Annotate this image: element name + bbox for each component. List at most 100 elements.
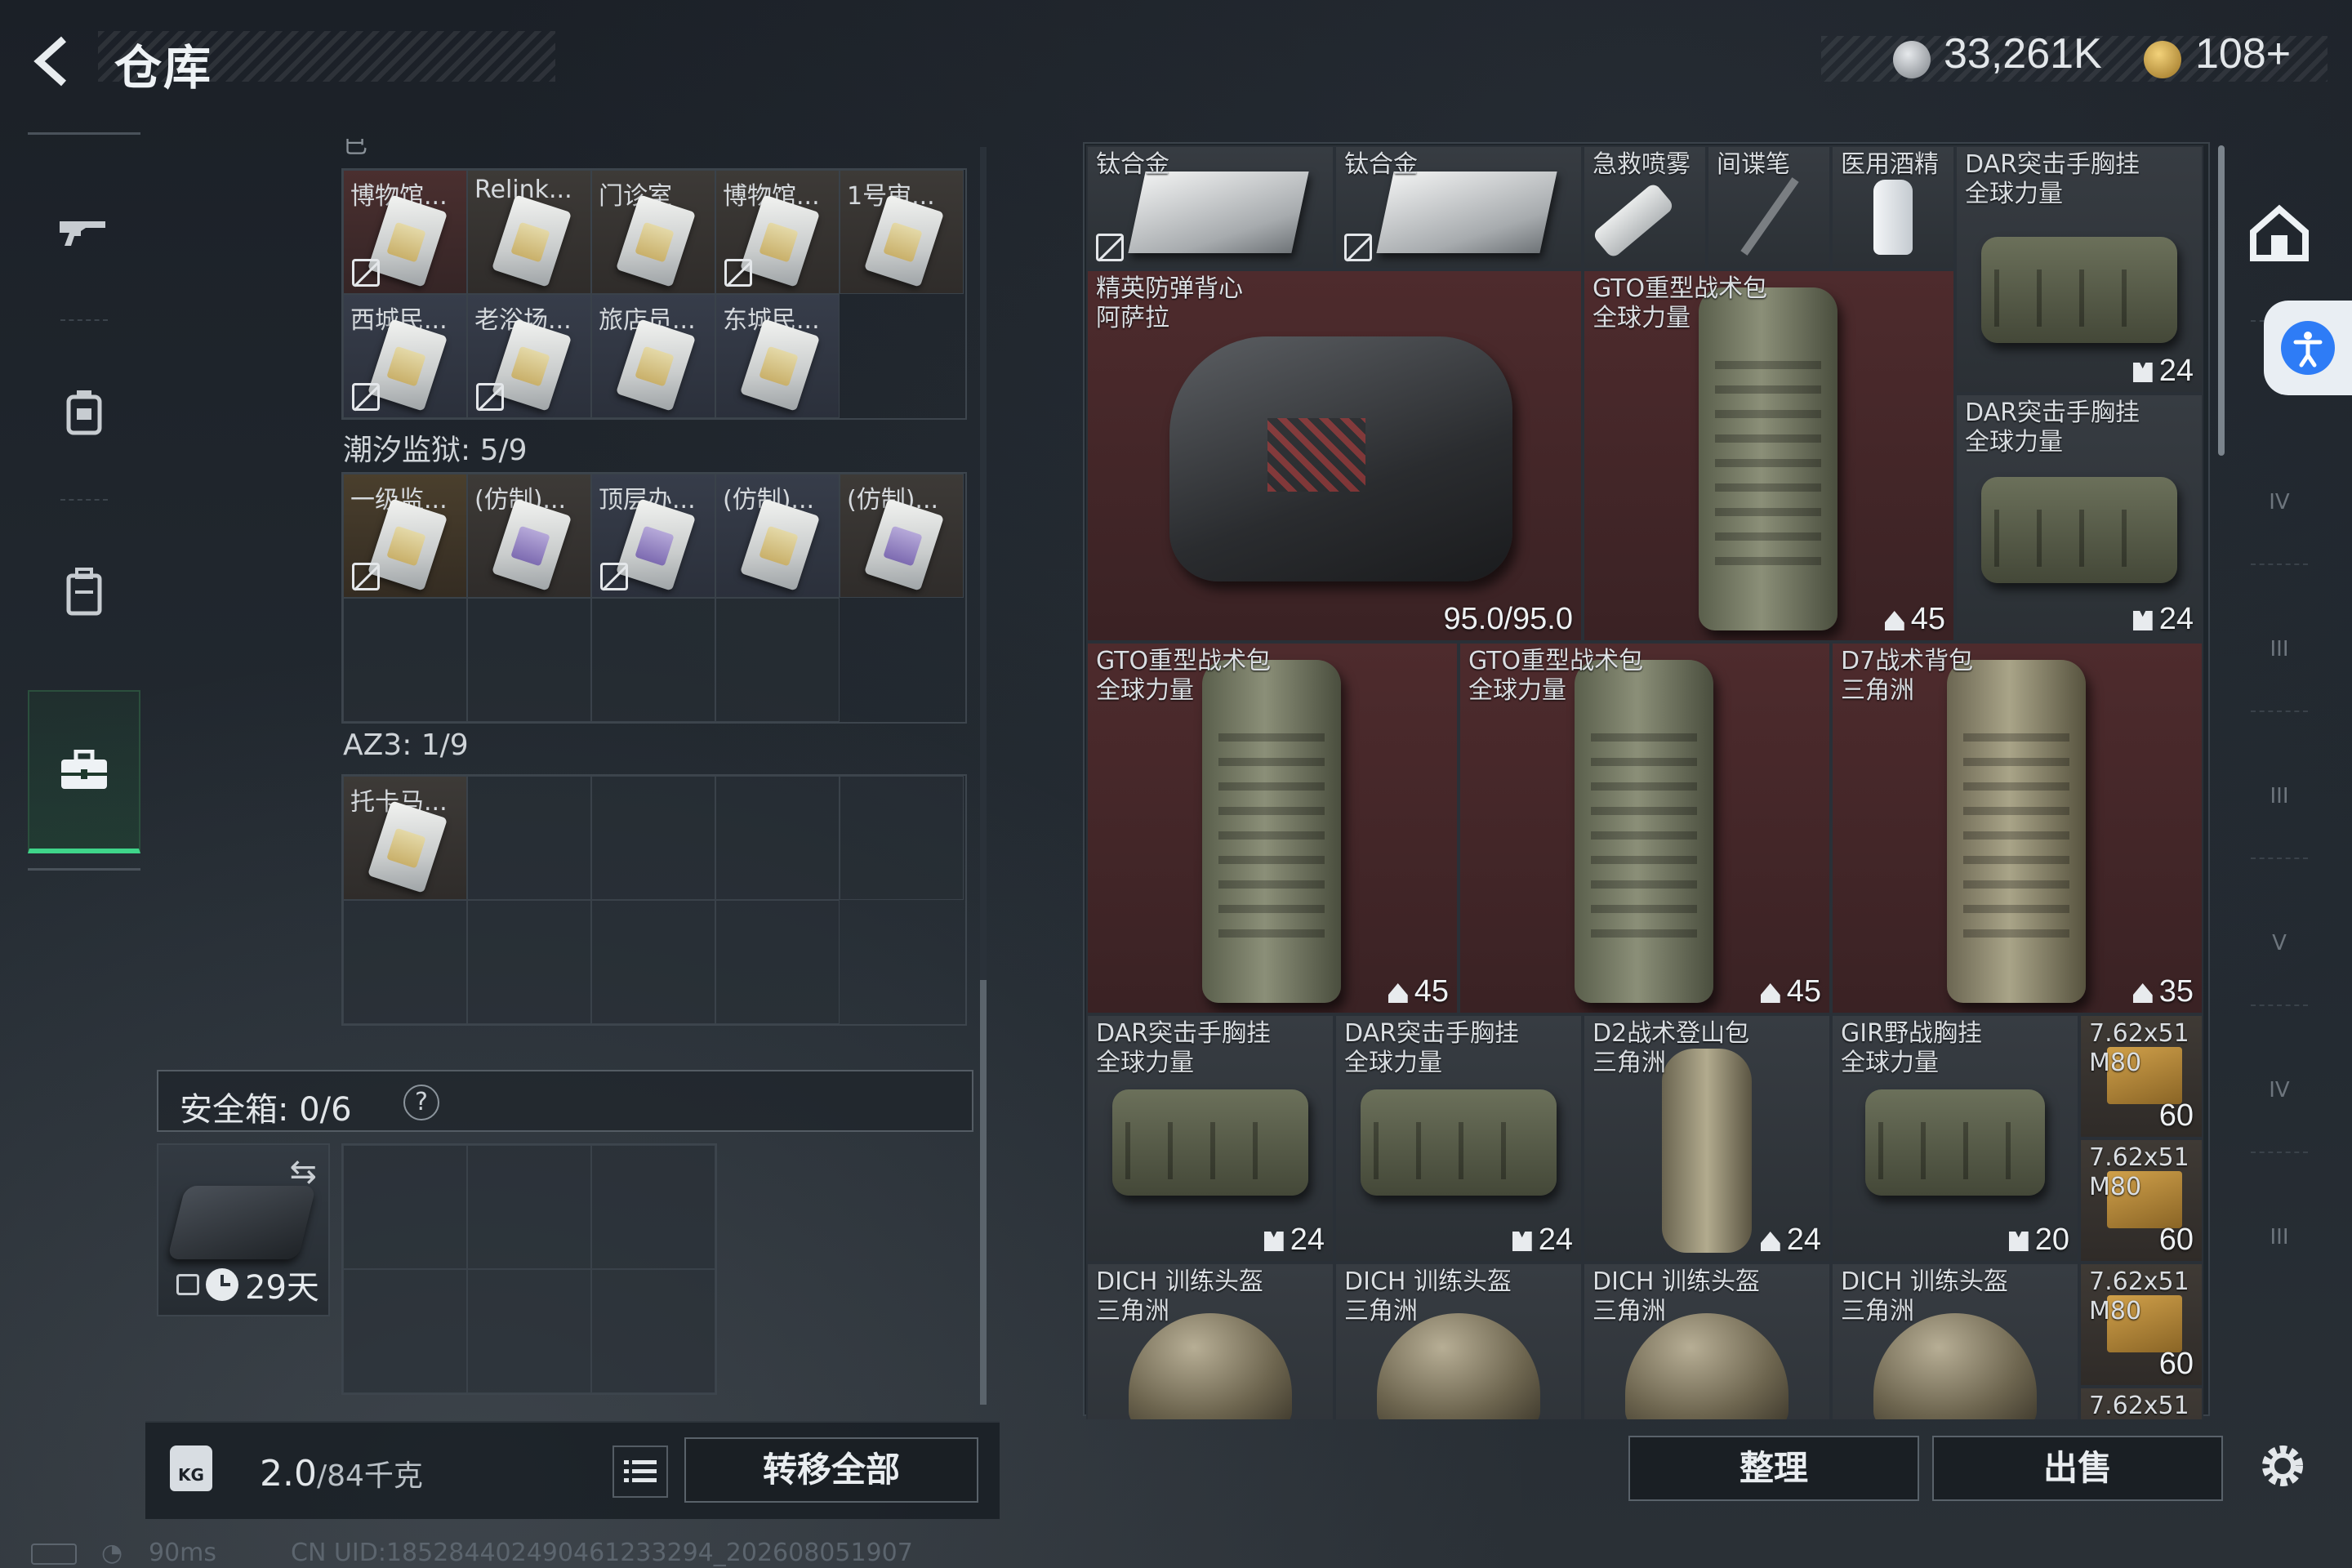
empty-slot[interactable]	[467, 598, 591, 722]
user-uid: CN UID:1852844024904612332​94_2026080519…	[291, 1539, 913, 1567]
storage-item[interactable]: DICH 训练头盔 三角洲	[1334, 1263, 1583, 1419]
help-icon[interactable]: ?	[403, 1085, 439, 1120]
weight-icon: KG	[170, 1446, 212, 1491]
storage-item[interactable]: 医用酒精	[1831, 145, 1955, 270]
backpack-icon	[1947, 660, 2086, 1003]
storage-item[interactable]: DICH 训练头盔 三角洲	[1583, 1263, 1831, 1419]
transfer-all-button[interactable]: 转移全部	[684, 1437, 978, 1503]
sell-button[interactable]: 出售	[1932, 1436, 2223, 1501]
storage-item[interactable]: DAR突击手胸挂 全球力量 24	[1086, 1014, 1334, 1263]
storage-item[interactable]: D7战术背包 三角洲 35	[1831, 642, 2203, 1014]
storage-item[interactable]: 7.62x51 M80 60	[2079, 1263, 2203, 1387]
nav-toolbox-active[interactable]	[28, 690, 140, 853]
swap-icon[interactable]: ⇆	[289, 1153, 317, 1191]
storage-item[interactable]: DICH 训练头盔 三角洲	[1831, 1263, 2079, 1419]
keycard-icon	[491, 194, 572, 287]
keycard-slot[interactable]: (仿制)...	[715, 474, 840, 598]
accessibility-button[interactable]	[2264, 301, 2352, 395]
empty-slot[interactable]	[343, 900, 467, 1024]
storage-item[interactable]: GTO重型战术包 全球力量 45	[1459, 642, 1831, 1014]
nav-backpack[interactable]	[28, 510, 140, 674]
storage-item[interactable]: GIR野战胸挂 全球力量 20	[1831, 1014, 2079, 1263]
no-trade-icon	[1096, 234, 1124, 261]
empty-slot[interactable]	[715, 598, 840, 722]
storage-item[interactable]: DICH 训练头盔 三角洲	[1086, 1263, 1334, 1419]
item-stat: 35	[2132, 974, 2194, 1009]
keycard-slot[interactable]: 东城民...	[715, 294, 840, 418]
keycard-slot[interactable]: 西城民...	[343, 294, 467, 418]
empty-slot[interactable]	[343, 1145, 467, 1269]
no-trade-icon	[1344, 234, 1372, 261]
silver-currency-value[interactable]: 33,261K	[1944, 29, 2102, 78]
item-name: DICH 训练头盔 三角洲	[1344, 1267, 1512, 1325]
empty-slot[interactable]	[591, 900, 715, 1024]
empty-slot[interactable]	[467, 1269, 591, 1393]
rail-tier[interactable]: V	[2234, 898, 2324, 988]
settings-button[interactable]	[2246, 1429, 2319, 1503]
storage-item[interactable]: GTO重型战术包 全球力量 45	[1583, 270, 1955, 642]
empty-slot[interactable]	[715, 776, 840, 900]
rail-tier[interactable]: IV	[2234, 1045, 2324, 1135]
gold-currency-value[interactable]: 108+	[2195, 29, 2291, 78]
storage-item[interactable]: 急救喷雾	[1583, 145, 1707, 270]
rail-tier[interactable]: III	[2234, 1192, 2324, 1282]
storage-item[interactable]: 间谍笔	[1707, 145, 1831, 270]
storage-item[interactable]: 钛合金	[1334, 145, 1583, 270]
keycard-slot[interactable]: 一级监...	[343, 474, 467, 598]
keycard-slot[interactable]: 老浴场...	[467, 294, 591, 418]
back-arrow-icon[interactable]	[28, 33, 85, 90]
empty-slot[interactable]	[840, 776, 964, 900]
storage-item[interactable]: 钛合金	[1086, 145, 1334, 270]
storage-item[interactable]: 7.62x51 M80 60	[2079, 1138, 2203, 1263]
item-name: D7战术背包 三角洲	[1841, 647, 1974, 705]
storage-item[interactable]: 7.62x51 M80 60	[2079, 1014, 2203, 1138]
empty-slot[interactable]	[343, 1269, 467, 1393]
empty-slot[interactable]	[467, 1145, 591, 1269]
storage-item[interactable]: D2战术登山包 三角洲 24	[1583, 1014, 1831, 1263]
rail-tier[interactable]: III	[2234, 751, 2324, 841]
storage-scrollbar[interactable]	[2218, 145, 2225, 456]
storage-item[interactable]: DAR突击手胸挂 全球力量 24	[1955, 145, 2203, 394]
keycard-slot[interactable]: (仿制)...	[467, 474, 591, 598]
keycard-slot[interactable]: Relink...	[467, 170, 591, 294]
keycard-slot[interactable]: (仿制)...	[840, 474, 964, 598]
safe-case-slot[interactable]: ⇆ 29天	[157, 1143, 330, 1316]
keycard-slot[interactable]: 顶层办...	[591, 474, 715, 598]
left-scrollbar-thumb[interactable]	[980, 980, 987, 1405]
nav-armor[interactable]	[28, 331, 140, 494]
empty-slot[interactable]	[591, 776, 715, 900]
backpack-icon	[1699, 287, 1838, 630]
keycard-slot[interactable]: 托卡马...	[343, 776, 467, 900]
list-view-button[interactable]	[612, 1446, 668, 1498]
storage-item[interactable]: DAR突击手胸挂 全球力量 24	[1955, 394, 2203, 642]
no-trade-icon	[352, 259, 380, 287]
storage-item[interactable]: 7.62x51	[2079, 1387, 2203, 1419]
empty-slot[interactable]	[715, 900, 840, 1024]
item-name: 7.62x51 M80	[2089, 1019, 2189, 1077]
keycard-slot[interactable]: 博物馆...	[715, 170, 840, 294]
rail-tier[interactable]: IV	[2234, 457, 2324, 547]
backpack-icon	[66, 568, 102, 616]
chest-rig-icon	[1981, 477, 2177, 583]
keycard-slot[interactable]: 门诊室	[591, 170, 715, 294]
empty-slot[interactable]	[467, 776, 591, 900]
storage-item[interactable]: GTO重型战术包 全球力量 45	[1086, 642, 1459, 1014]
rail-tier[interactable]: III	[2234, 604, 2324, 694]
keycard-slot[interactable]: 旅店员...	[591, 294, 715, 418]
item-stat: 45	[1760, 974, 1821, 1009]
storage-item[interactable]: 精英防弹背心 阿萨拉 95.0/95.0	[1086, 270, 1583, 642]
empty-slot[interactable]	[591, 598, 715, 722]
nav-weapons[interactable]	[28, 151, 140, 314]
item-name: GTO重型战术包 全球力量	[1468, 647, 1644, 705]
empty-slot[interactable]	[467, 900, 591, 1024]
gear-icon	[2262, 1446, 2303, 1486]
rail-home[interactable]	[2234, 188, 2324, 278]
empty-slot[interactable]	[591, 1269, 715, 1393]
empty-slot[interactable]	[591, 1145, 715, 1269]
sort-button[interactable]: 整理	[1628, 1436, 1919, 1501]
keycard-slot[interactable]: 博物馆...	[343, 170, 467, 294]
storage-item[interactable]: DAR突击手胸挂 全球力量 24	[1334, 1014, 1583, 1263]
empty-slot[interactable]	[343, 598, 467, 722]
keycard-slot[interactable]: 1号审...	[840, 170, 964, 294]
no-trade-icon	[476, 383, 504, 411]
